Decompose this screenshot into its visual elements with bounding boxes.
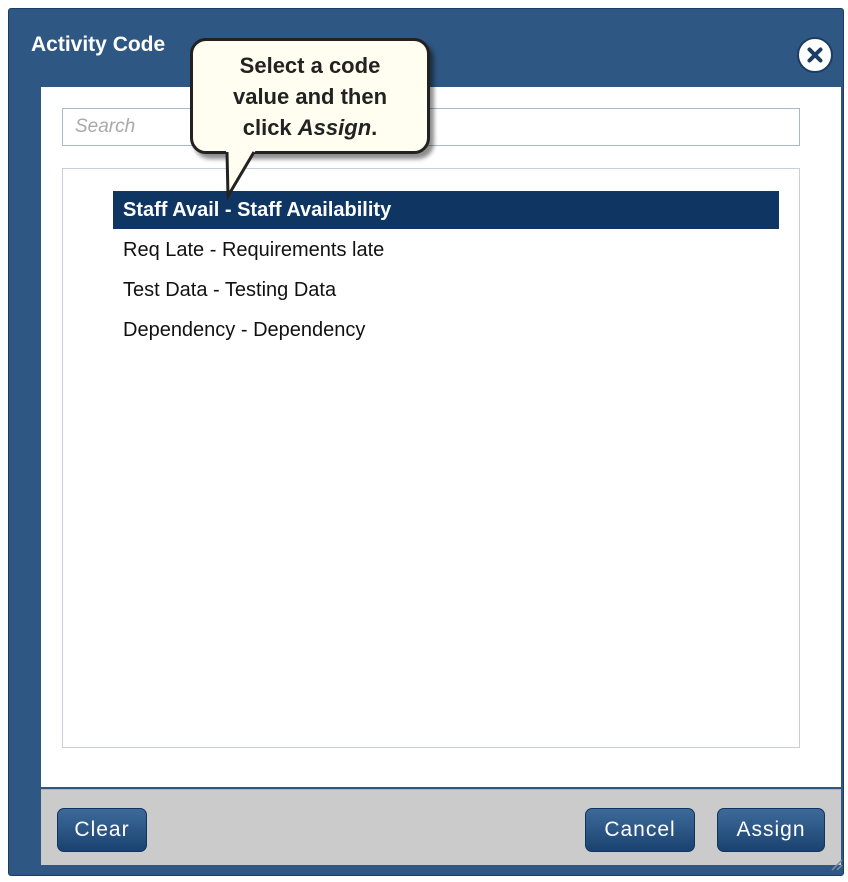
callout-pointer-icon xyxy=(225,150,256,200)
list-item-req-late[interactable]: Req Late - Requirements late xyxy=(113,231,779,269)
help-callout: Select a code value and then click Assig… xyxy=(190,38,430,154)
resize-grip-icon[interactable] xyxy=(827,855,843,871)
list-item-dependency[interactable]: Dependency - Dependency xyxy=(113,311,779,349)
callout-line-3-prefix: click xyxy=(242,115,298,140)
dialog-footer: Clear Cancel Assign xyxy=(41,789,841,865)
code-list[interactable]: Staff Avail - Staff Availability Req Lat… xyxy=(62,168,800,748)
callout-emphasis: Assign xyxy=(297,115,372,140)
callout-line-3-suffix: . xyxy=(371,115,378,140)
list-item-staff-avail[interactable]: Staff Avail - Staff Availability xyxy=(113,191,779,229)
callout-line-2: value and then xyxy=(232,84,388,109)
callout-line-1: Select a code xyxy=(239,53,381,78)
clear-button[interactable]: Clear xyxy=(57,808,147,852)
cancel-button[interactable]: Cancel xyxy=(585,808,695,852)
dialog-body: Staff Avail - Staff Availability Req Lat… xyxy=(40,86,840,786)
close-button[interactable] xyxy=(797,37,833,73)
search-input[interactable] xyxy=(62,108,800,146)
close-icon xyxy=(802,42,828,68)
list-item-test-data[interactable]: Test Data - Testing Data xyxy=(113,271,779,309)
callout-line-3: click Assign. xyxy=(193,112,427,143)
assign-button[interactable]: Assign xyxy=(717,808,825,852)
dialog-title: Activity Code xyxy=(31,33,166,56)
